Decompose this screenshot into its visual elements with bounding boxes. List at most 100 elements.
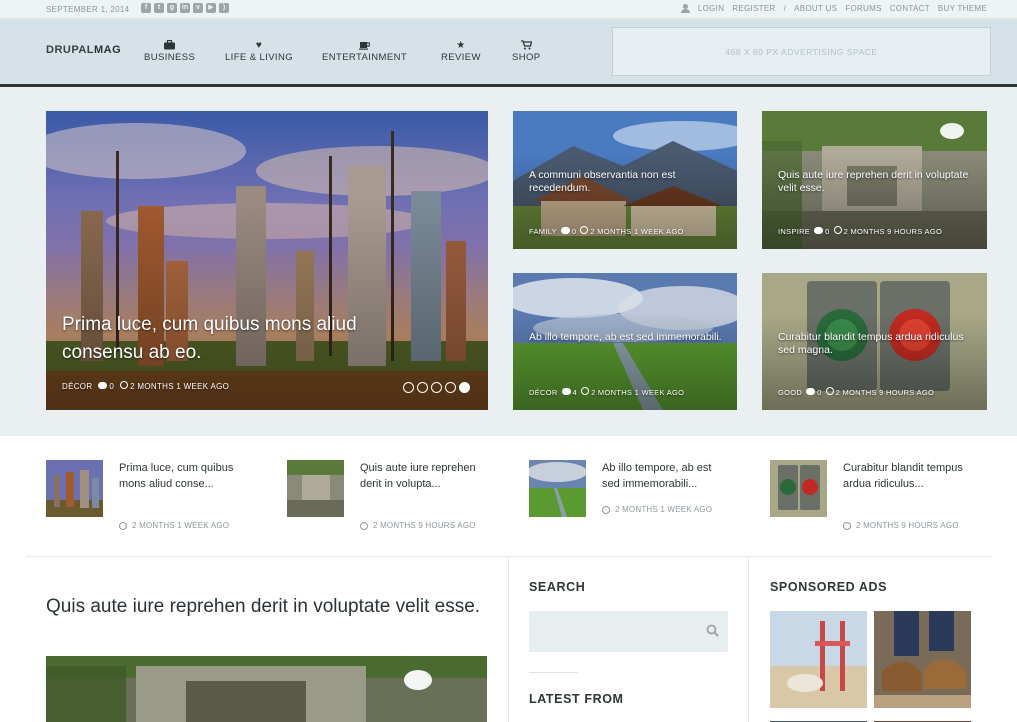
post-meta: 2 MONTHS 9 HOURS AGO [360,521,476,530]
user-icon [680,4,690,13]
featured-tile-1-title[interactable]: A communi observantia non est recedendum… [529,169,729,195]
post-time: 2 MONTHS 9 HOURS AGO [843,227,943,236]
category-label[interactable]: DÉCOR [529,388,558,397]
nav-shop-label: SHOP [512,52,541,63]
linkedin-icon[interactable]: in [180,3,190,13]
googleplus-icon[interactable]: g [167,3,177,13]
clock-icon [843,521,851,530]
sponsored-ad[interactable] [874,715,971,722]
top-bar: SEPTEMBER 1, 2014 f t g in v ▶ ) LOGIN R… [0,0,1017,19]
article-image[interactable] [46,656,487,722]
sponsored-ad[interactable] [770,715,867,722]
logo-text-light: DRUPAL [46,44,95,56]
category-label[interactable]: DÉCOR [62,382,92,391]
featured-tile-2-title[interactable]: Quis aute iure reprehen derit in volupta… [778,169,973,195]
vimeo-icon[interactable]: v [193,3,203,13]
clock-icon [360,521,368,530]
featured-tile-1-meta: FAMILY 0 2 MONTHS 1 WEEK AGO [529,226,684,236]
slider-dot[interactable] [445,382,456,393]
youtube-icon[interactable]: ▶ [206,3,216,13]
contact-link[interactable]: CONTACT [890,4,930,13]
post-thumbnail[interactable] [770,460,827,517]
search-icon[interactable] [706,624,719,637]
category-label[interactable]: GOOD [778,388,802,397]
featured-tile-3-meta: DÉCOR 4 2 MONTHS 1 WEEK AGO [529,387,684,397]
featured-tile-4-meta: GOOD 0 2 MONTHS 9 HOURS AGO [778,387,934,397]
clock-icon [602,505,610,514]
category-label[interactable]: INSPIRE [778,227,810,236]
comment-count: 4 [572,387,578,397]
post-title[interactable]: Ab illo tempore, ab est sed immemorabili… [602,460,732,492]
heart-icon: ♥ [255,40,263,51]
clock-icon [825,387,834,395]
nav-review[interactable]: ★ REVIEW [441,40,481,63]
slider-dot[interactable] [417,382,428,393]
slider-dot[interactable] [403,382,414,393]
forums-link[interactable]: FORUMS [845,4,881,13]
nav-entertainment[interactable]: ENTERTAINMENT [322,40,407,63]
featured-tile-2[interactable]: Quis aute iure reprehen derit in volupta… [762,111,987,249]
comment-count: 0 [109,381,115,391]
sponsored-ad[interactable] [770,611,867,708]
latest-from-heading: LATEST FROM [529,692,624,706]
comment-count: 0 [571,226,577,236]
cart-icon [520,40,533,52]
comment-count: 0 [817,387,822,397]
post-title[interactable]: Quis aute iure reprehen derit in volupta… [360,460,490,492]
featured-tile-3-title[interactable]: Ab illo tempore, ab est sed immemorabili… [529,331,729,344]
featured-tile-4-title[interactable]: Curabitur blandit tempus ardua ridiculus… [778,331,973,357]
category-label[interactable]: FAMILY [529,227,557,236]
clock-icon [120,381,129,389]
rss-icon[interactable]: ) [219,3,229,13]
post-time: 2 MONTHS 1 WEEK AGO [615,505,713,514]
clock-icon [581,387,590,395]
post-title[interactable]: Prima luce, cum quibus mons aliud conse.… [119,460,249,492]
nav-life-living[interactable]: ♥ LIFE & LIVING [225,40,293,63]
about-us-link[interactable]: ABOUT US [794,4,837,13]
post-time: 2 MONTHS 9 HOURS AGO [373,521,476,530]
buy-theme-link[interactable]: BUY THEME [938,4,987,13]
clock-icon [580,226,589,234]
post-time: 2 MONTHS 9 HOURS AGO [835,388,935,397]
site-logo[interactable]: DRUPALMAG [46,44,121,56]
nav-entertainment-label: ENTERTAINMENT [322,52,408,63]
featured-main-meta: DÉCOR 0 2 MONTHS 1 WEEK AGO [62,381,229,391]
twitter-icon[interactable]: t [154,3,164,13]
comment-icon [561,387,571,395]
comment-icon [98,381,108,389]
search-input[interactable] [529,611,728,652]
list-item[interactable]: Curabitur blandit tempus ardua ridiculus… [770,460,1000,540]
advertising-banner[interactable]: 468 X 60 PX ADVERTISING SPACE [612,27,991,76]
comment-icon [814,226,824,234]
article-title[interactable]: Quis aute iure reprehen derit in volupta… [46,596,486,618]
slider-dot[interactable] [431,382,442,393]
login-link[interactable]: LOGIN [698,4,724,13]
nav-shop[interactable]: SHOP [512,40,541,63]
slider-dot-active[interactable] [459,382,470,393]
featured-tile-1[interactable]: A communi observantia non est recedendum… [513,111,737,249]
post-thumbnail[interactable] [287,460,344,517]
post-time: 2 MONTHS 1 WEEK AGO [132,521,230,530]
post-time: 2 MONTHS 9 HOURS AGO [856,521,959,530]
featured-main-slide[interactable]: Prima luce, cum quibus mons aliud consen… [46,111,488,410]
post-thumbnail[interactable] [46,460,103,517]
post-thumbnail[interactable] [529,460,586,517]
post-time: 2 MONTHS 1 WEEK AGO [130,382,230,391]
featured-main-title[interactable]: Prima luce, cum quibus mons aliud consen… [62,311,432,367]
list-item[interactable]: Quis aute iure reprehen derit in volupta… [287,460,517,540]
nav-business[interactable]: BUSINESS [144,39,195,63]
coffee-cup-icon [359,40,371,52]
comment-icon [806,387,816,395]
post-title[interactable]: Curabitur blandit tempus ardua ridiculus… [843,460,973,492]
sponsored-ad[interactable] [874,611,971,708]
featured-tile-3[interactable]: Ab illo tempore, ab est sed immemorabili… [513,273,737,410]
featured-tile-2-meta: INSPIRE 0 2 MONTHS 9 HOURS AGO [778,226,942,236]
post-meta: 2 MONTHS 1 WEEK AGO [119,521,229,530]
list-item[interactable]: Ab illo tempore, ab est sed immemorabili… [529,460,759,540]
featured-tile-4[interactable]: Curabitur blandit tempus ardua ridiculus… [762,273,987,410]
register-link[interactable]: REGISTER [732,4,775,13]
social-links: f t g in v ▶ ) [141,3,229,13]
facebook-icon[interactable]: f [141,3,151,13]
list-item[interactable]: Prima luce, cum quibus mons aliud conse.… [46,460,276,540]
comment-count: 0 [825,226,830,236]
